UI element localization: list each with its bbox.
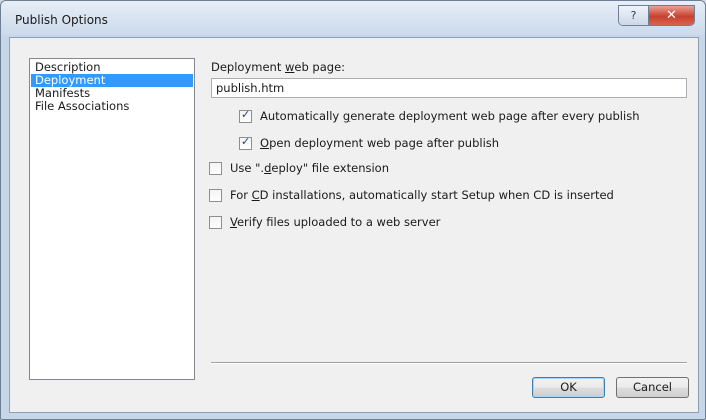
cd-autostart-checkbox[interactable] xyxy=(209,188,222,202)
cd-autostart-option[interactable]: For CD installations, automatically star… xyxy=(209,188,614,202)
help-icon: ? xyxy=(630,9,637,22)
sidebar-item-file-associations[interactable]: File Associations xyxy=(31,100,193,113)
auto-generate-label: Automatically generate deployment web pa… xyxy=(260,109,640,123)
button-separator xyxy=(211,362,687,364)
cd-autostart-label: For CD installations, automatically star… xyxy=(230,188,614,202)
verify-files-label: Verify files uploaded to a web server xyxy=(230,215,441,229)
open-page-checkbox[interactable] xyxy=(239,135,252,150)
category-list[interactable]: Description Deployment Manifests File As… xyxy=(29,58,195,380)
dialog-client-area: Description Deployment Manifests File As… xyxy=(9,37,699,413)
open-page-option[interactable]: Open deployment web page after publish xyxy=(239,135,500,150)
verify-files-checkbox[interactable] xyxy=(209,215,222,229)
close-button[interactable]: ✕ xyxy=(649,6,694,25)
help-button[interactable]: ? xyxy=(619,6,649,25)
ok-button[interactable]: OK xyxy=(532,377,605,398)
deploy-extension-label: Use ".deploy" file extension xyxy=(230,161,389,175)
verify-files-option[interactable]: Verify files uploaded to a web server xyxy=(209,215,440,229)
publish-options-dialog: Publish Options ? ✕ Description Deployme… xyxy=(0,0,706,420)
deployment-web-page-input[interactable]: publish.htm xyxy=(211,78,687,98)
window-title: Publish Options xyxy=(15,13,108,27)
auto-generate-checkbox[interactable] xyxy=(239,108,252,123)
close-icon: ✕ xyxy=(666,8,677,23)
title-buttons: ? ✕ xyxy=(618,5,695,26)
deploy-extension-option[interactable]: Use ".deploy" file extension xyxy=(209,161,389,175)
title-bar[interactable]: Publish Options ? ✕ xyxy=(1,1,705,35)
deploy-extension-checkbox[interactable] xyxy=(209,161,222,175)
cancel-button[interactable]: Cancel xyxy=(616,377,689,398)
deployment-web-page-label: Deployment web page: xyxy=(211,60,346,74)
open-page-label: Open deployment web page after publish xyxy=(260,136,500,150)
auto-generate-option[interactable]: Automatically generate deployment web pa… xyxy=(239,108,640,123)
